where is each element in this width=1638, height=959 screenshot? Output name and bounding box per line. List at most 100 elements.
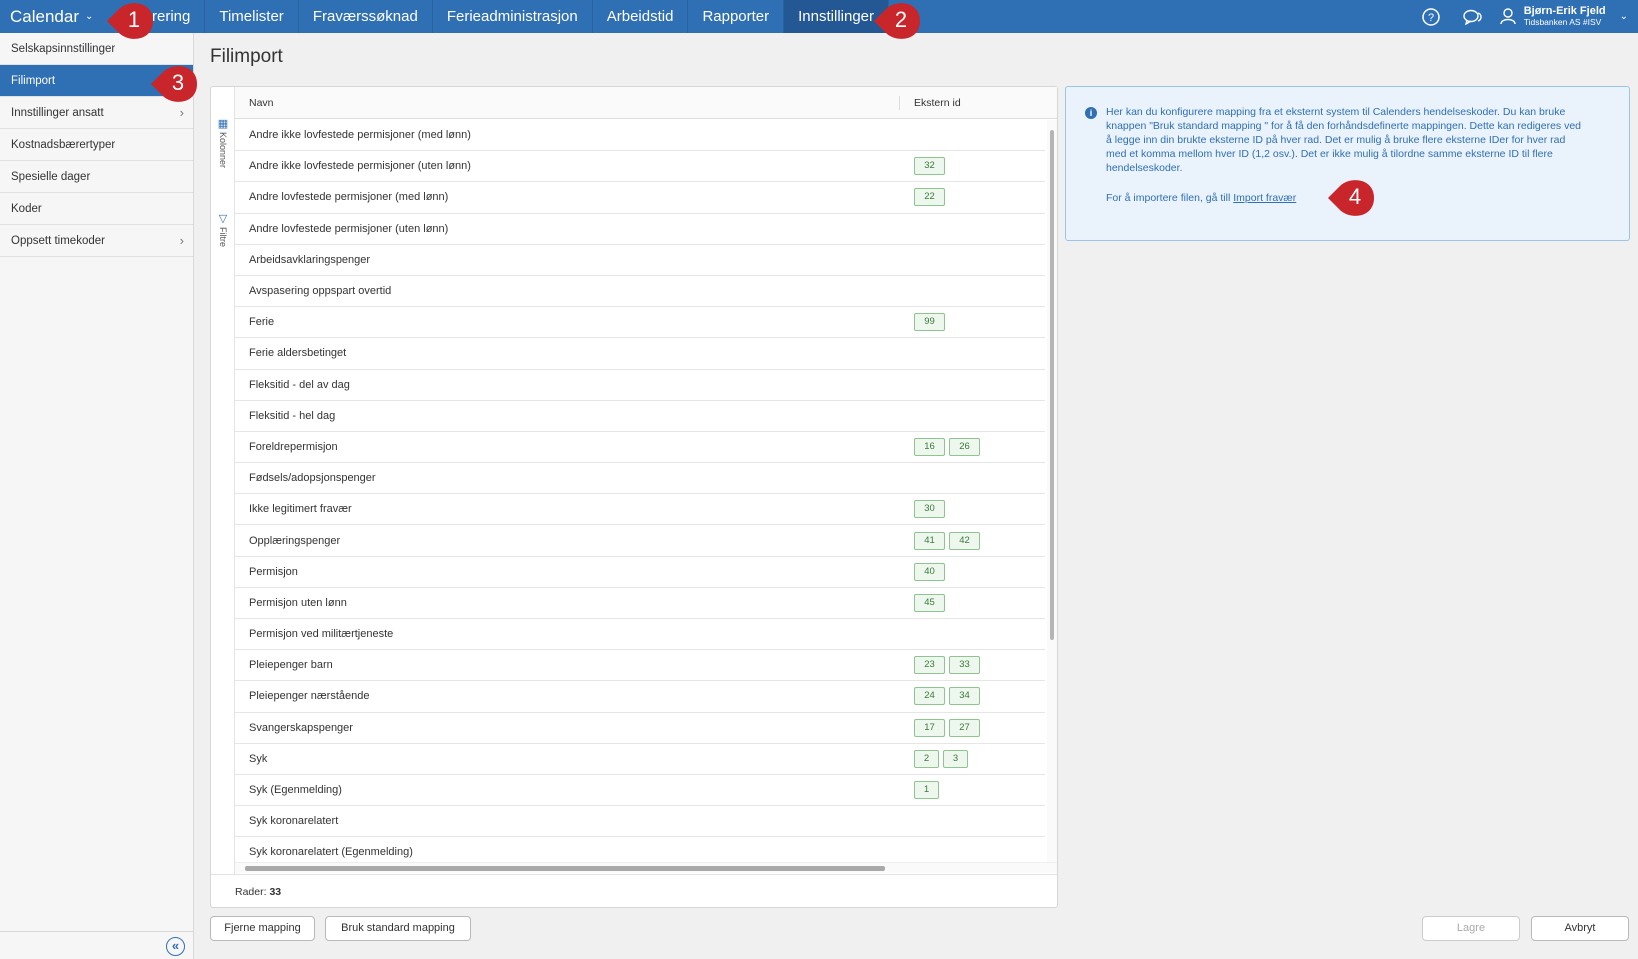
sidebar-item-label: Oppsett timekoder (11, 235, 105, 247)
mapping-grid-panel: ▦ Kolonner ▽ Filtre Navn Ekstern id Andr… (210, 86, 1058, 908)
table-row[interactable]: Permisjon 40 (235, 557, 1045, 588)
cancel-button[interactable]: Avbryt (1531, 916, 1629, 941)
nav-tab-timelister[interactable]: Timelister (205, 0, 299, 33)
info-icon: i (1085, 107, 1097, 119)
row-count-value: 33 (269, 886, 282, 898)
table-row[interactable]: Syk (Egenmelding) 1 (235, 775, 1045, 807)
external-id-cell[interactable]: 1 (900, 781, 939, 800)
external-id-cell[interactable]: 24 34 (900, 687, 980, 706)
nav-tab-rapporter[interactable]: Rapporter (688, 0, 785, 33)
table-row[interactable]: Opplæringspenger 41 42 (235, 525, 1045, 557)
chat-icon[interactable] (1452, 0, 1494, 33)
external-id-tag: 27 (949, 718, 980, 737)
nav-right-actions: ? Bjørn-Erik Fjeld Tidsbanken AS #ISV ⌄ (1410, 0, 1638, 33)
table-row[interactable]: Arbeidsavklaringspenger (235, 245, 1045, 276)
help-icon[interactable]: ? (1410, 0, 1452, 33)
sidebar-item-koder[interactable]: Koder (0, 193, 193, 225)
chevron-right-icon: › (179, 233, 184, 248)
external-id-cell[interactable]: 23 (900, 749, 968, 768)
callout-marker-2: 2 (872, 1, 920, 41)
columns-tool[interactable]: ▦ Kolonner (214, 117, 232, 168)
table-row[interactable]: Avspasering oppspart overtid (235, 276, 1045, 308)
external-id-cell[interactable]: 32 (900, 157, 945, 176)
external-id-tag: 33 (949, 656, 980, 675)
sidebar-item-label: Innstillinger ansatt (11, 107, 104, 119)
save-button[interactable]: Lagre (1422, 916, 1520, 941)
vertical-scroll-thumb[interactable] (1050, 130, 1054, 640)
table-row[interactable]: Pleiepenger barn 23 33 (235, 650, 1045, 682)
table-row[interactable]: Permisjon ved militærtjeneste (235, 619, 1045, 651)
grid-header-row: Navn Ekstern id (235, 87, 1057, 119)
info-text: Her kan du konfigurere mapping fra et ek… (1106, 106, 1582, 174)
table-row[interactable]: Foreldrepermisjon 16 26 (235, 432, 1045, 464)
external-id-cell[interactable]: 99 (900, 313, 945, 332)
external-id-cell[interactable]: 16 26 (900, 437, 980, 456)
remove-mapping-button[interactable]: Fjerne mapping (210, 916, 315, 941)
column-header-name[interactable]: Navn (235, 95, 900, 110)
external-id-tag: 3 (943, 749, 968, 768)
external-id-tag: 41 (914, 531, 945, 550)
import-fravaer-link[interactable]: Import fravær (1233, 192, 1296, 204)
callout-number: 1 (127, 7, 141, 32)
sidebar-item-kostnadsbaerertyper[interactable]: Kostnadsbærertyper (0, 129, 193, 161)
table-row[interactable]: Ferie aldersbetinget (235, 338, 1045, 370)
table-row[interactable]: Permisjon uten lønn 45 (235, 588, 1045, 619)
external-id-cell[interactable]: 45 (900, 593, 945, 612)
external-id-cell[interactable]: 22 (900, 188, 945, 207)
vertical-scrollbar[interactable] (1047, 120, 1057, 864)
sidebar-item-oppsett-timekoder[interactable]: Oppsett timekoder › (0, 225, 193, 257)
external-id-cell[interactable]: 17 27 (900, 718, 980, 737)
user-icon (1500, 8, 1516, 25)
table-row[interactable]: Andre lovfestede permisjoner (med lønn) 2… (235, 182, 1045, 214)
columns-icon: ▦ (217, 118, 229, 130)
table-row[interactable]: Fleksitid - hel dag (235, 401, 1045, 432)
grid-footer: Rader: 33 (211, 874, 1057, 908)
filters-tool[interactable]: ▽ Filtre (214, 212, 232, 247)
table-row[interactable]: Ferie 99 (235, 307, 1045, 339)
table-row[interactable]: Andre ikke lovfestede permisjoner (med l… (235, 120, 1045, 152)
table-row[interactable]: Fødsels/adopsjonspenger (235, 463, 1045, 495)
external-id-tag: 1 (914, 781, 939, 800)
callout-number: 3 (171, 70, 185, 95)
chevron-down-icon: ⌄ (85, 11, 94, 22)
external-id-cell[interactable]: 30 (900, 500, 945, 519)
app-name: Calendar (10, 6, 79, 26)
external-id-cell[interactable]: 40 (900, 562, 945, 581)
table-row[interactable]: Svangerskapspenger 17 27 (235, 713, 1045, 744)
horizontal-scroll-thumb[interactable] (245, 866, 885, 871)
table-row[interactable]: Syk koronarelatert (Egenmelding) (235, 837, 1045, 862)
row-name-cell: Avspasering oppspart overtid (249, 285, 392, 298)
horizontal-scrollbar[interactable] (235, 862, 1057, 873)
collapse-sidebar-icon[interactable]: « (166, 937, 185, 956)
table-row[interactable]: Andre lovfestede permisjoner (uten lønn) (235, 214, 1045, 245)
table-row[interactable]: Syk koronarelatert (235, 806, 1045, 838)
sidebar-item-selskapsinnstillinger[interactable]: Selskapsinnstillinger (0, 33, 193, 65)
table-row[interactable]: Ikke legitimert fravær 30 (235, 494, 1045, 526)
user-menu[interactable]: Bjørn-Erik Fjeld Tidsbanken AS #ISV ⌄ (1494, 6, 1638, 27)
external-id-tag: 32 (914, 157, 945, 176)
external-id-tag: 24 (914, 687, 945, 706)
sidebar-item-label: Selskapsinnstillinger (11, 43, 116, 55)
row-name-cell: Fødsels/adopsjonspenger (249, 472, 376, 485)
external-id-tag: 30 (914, 500, 945, 519)
table-row[interactable]: Andre ikke lovfestede permisjoner (uten … (235, 151, 1045, 183)
nav-tab-rering[interactable]: rering (150, 0, 206, 33)
mapping-grid: Navn Ekstern id Andre ikke lovfestede pe… (235, 87, 1057, 874)
nav-tab-fravaerssoknad[interactable]: Fraværssøknad (299, 0, 433, 33)
row-name-cell: Permisjon uten lønn (249, 596, 347, 609)
row-name-cell: Andre ikke lovfestede permisjoner (uten … (249, 160, 471, 173)
nav-tab-arbeidstid[interactable]: Arbeidstid (593, 0, 689, 33)
external-id-cell[interactable]: 41 42 (900, 531, 980, 550)
external-id-cell[interactable]: 23 33 (900, 656, 980, 675)
column-header-external-id[interactable]: Ekstern id (900, 97, 961, 109)
top-navigation-bar: Calendar ⌄ rering Timelister Fraværssøkn… (0, 0, 1638, 33)
row-name-cell: Andre ikke lovfestede permisjoner (med l… (249, 129, 471, 142)
sidebar-item-spesielle-dager[interactable]: Spesielle dager (0, 161, 193, 193)
user-company: Tidsbanken AS #ISV (1523, 17, 1602, 27)
table-row[interactable]: Fleksitid - del av dag (235, 370, 1045, 401)
use-standard-mapping-button[interactable]: Bruk standard mapping (325, 916, 471, 941)
external-id-tag: 17 (914, 718, 945, 737)
nav-tab-ferieadministrasjon[interactable]: Ferieadministrasjon (433, 0, 593, 33)
table-row[interactable]: Pleiepenger nærstående 24 34 (235, 681, 1045, 713)
table-row[interactable]: Syk 2 3 (235, 744, 1045, 775)
